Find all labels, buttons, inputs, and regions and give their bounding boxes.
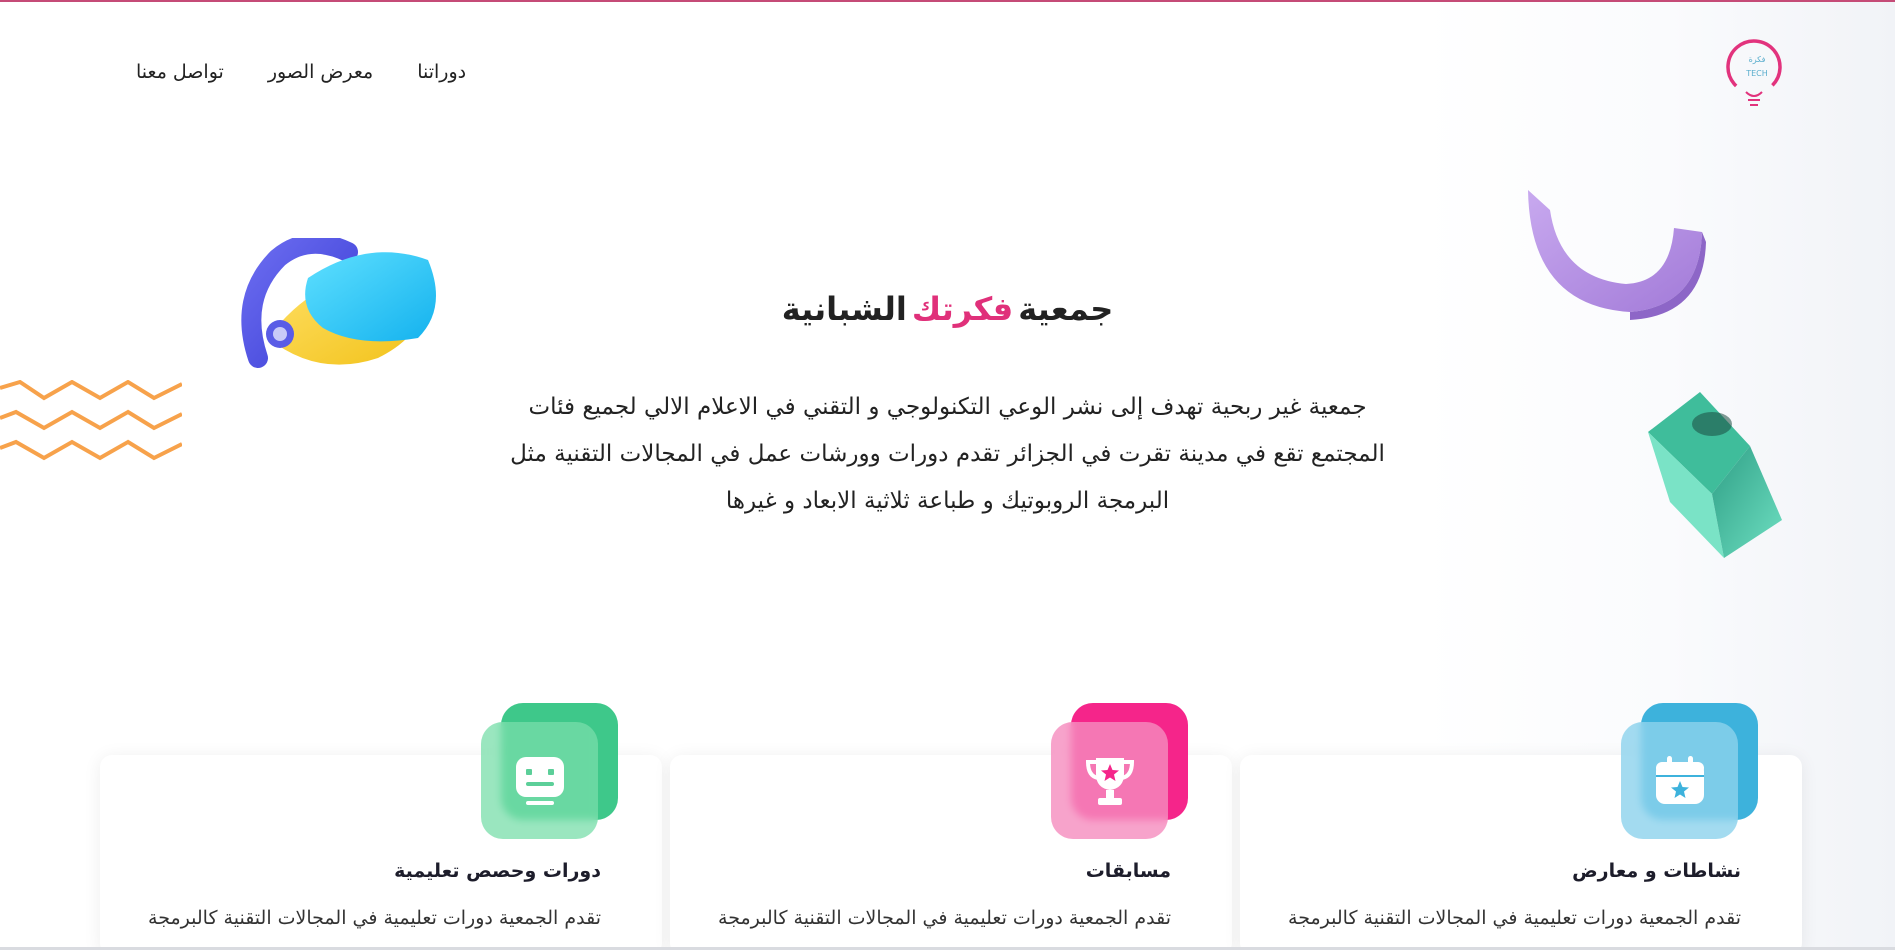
card-title: مسابقات	[1085, 860, 1171, 882]
hero-title-accent: فكرتك	[911, 290, 1014, 328]
feature-card-competitions[interactable]: مسابقات تقدم الجمعية دورات تعليمية في ال…	[670, 703, 1232, 950]
logo-text-top: فكرة	[1749, 55, 1766, 64]
hero-title-part1: جمعية	[1018, 290, 1114, 328]
card-text: تقدم الجمعية دورات تعليمية في المجالات ا…	[148, 907, 601, 929]
chat-bubble-icon	[481, 722, 598, 839]
cube-decoration	[1648, 392, 1782, 558]
page: تواصل معنا معرض الصور دوراتنا فكرة TECH …	[0, 0, 1895, 950]
hero-title: جمعية فكرتك الشبانية	[500, 288, 1395, 330]
card-title: نشاطات و معارض	[1572, 860, 1741, 882]
nav-item-courses[interactable]: دوراتنا	[417, 60, 466, 84]
nav-item-gallery[interactable]: معرض الصور	[268, 60, 373, 84]
top-border	[0, 0, 1895, 2]
arc-decoration	[1528, 190, 1706, 320]
card-title: دورات وحصص تعليمية	[394, 860, 601, 882]
nav-item-contact[interactable]: تواصل معنا	[136, 60, 224, 84]
hero-title-part2: الشبانية	[781, 290, 907, 328]
zigzag-decoration	[0, 380, 182, 461]
logo-text-bottom: TECH	[1745, 69, 1768, 78]
hero-description: جمعية غير ربحية تهدف إلى نشر الوعي التكن…	[510, 394, 1385, 514]
feature-card-courses[interactable]: دورات وحصص تعليمية تقدم الجمعية دورات تع…	[100, 703, 662, 950]
feature-card-activities[interactable]: نشاطات و معارض تقدم الجمعية دورات تعليمي…	[1240, 703, 1802, 950]
main-nav: تواصل معنا معرض الصور دوراتنا	[136, 60, 466, 84]
card-text: تقدم الجمعية دورات تعليمية في المجالات ا…	[1288, 907, 1741, 929]
vr-headset-illustration	[241, 238, 436, 368]
trophy-icon	[1051, 722, 1168, 839]
logo[interactable]: فكرة TECH	[1720, 34, 1788, 114]
card-text: تقدم الجمعية دورات تعليمية في المجالات ا…	[718, 907, 1171, 929]
calendar-star-icon	[1621, 722, 1738, 839]
